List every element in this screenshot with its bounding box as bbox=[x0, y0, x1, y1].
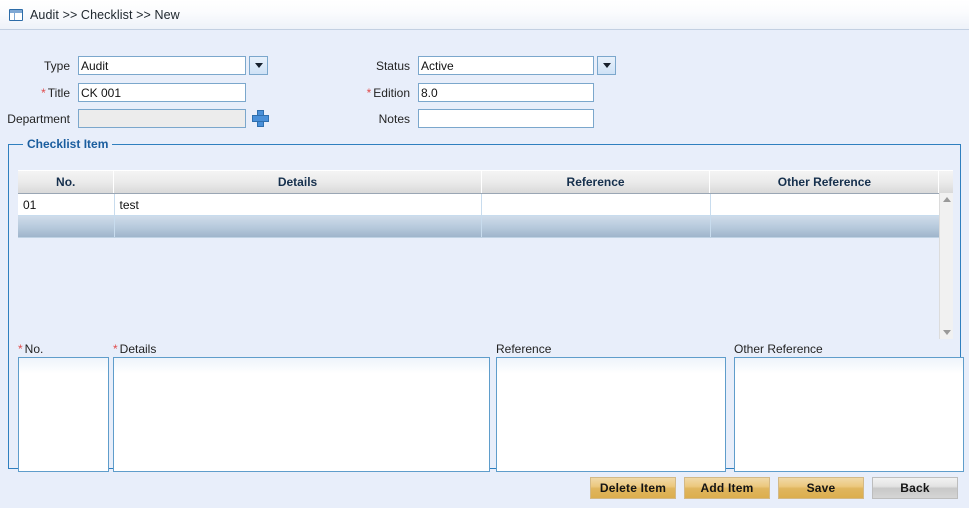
editor-other-reference: Other Reference bbox=[734, 340, 964, 475]
grid-body: 01 test bbox=[18, 194, 953, 238]
status-dropdown-button[interactable] bbox=[597, 56, 616, 75]
scroll-up-arrow-icon[interactable] bbox=[940, 193, 953, 206]
table-row[interactable]: 01 test bbox=[18, 194, 953, 216]
cell-other-reference bbox=[711, 216, 940, 237]
add-item-button[interactable]: Add Item bbox=[684, 477, 770, 499]
department-label: Department bbox=[7, 111, 70, 126]
type-label: Type bbox=[43, 58, 70, 73]
editor-no-label-row: * No. bbox=[18, 340, 109, 357]
column-header-details[interactable]: Details bbox=[114, 171, 482, 193]
cell-no bbox=[18, 216, 115, 237]
title-input[interactable] bbox=[78, 83, 246, 102]
grid-header-row: No. Details Reference Other Reference bbox=[18, 170, 953, 194]
cell-reference bbox=[482, 216, 711, 237]
field-department: Department bbox=[0, 109, 269, 128]
editor-reference-label-row: Reference bbox=[496, 340, 726, 357]
editor-reference-textarea[interactable] bbox=[496, 357, 726, 472]
editor-no: * No. bbox=[18, 340, 109, 475]
editor-details-label: Details bbox=[119, 341, 157, 356]
back-button[interactable]: Back bbox=[872, 477, 958, 499]
editor-no-required-marker: * bbox=[18, 341, 23, 356]
editor-other-reference-label-row: Other Reference bbox=[734, 340, 964, 357]
field-edition: * Edition bbox=[340, 83, 594, 102]
cell-other-reference bbox=[711, 194, 940, 215]
cell-details bbox=[115, 216, 482, 237]
editor-other-reference-textarea[interactable] bbox=[734, 357, 964, 472]
scroll-up-triangle bbox=[942, 197, 951, 202]
chevron-down-icon bbox=[254, 63, 263, 68]
column-header-other-reference[interactable]: Other Reference bbox=[710, 171, 940, 193]
editor-reference: Reference bbox=[496, 340, 726, 475]
editor-details-label-row: * Details bbox=[113, 340, 490, 357]
edition-label-wrap: * Edition bbox=[340, 86, 410, 100]
cell-no: 01 bbox=[18, 194, 115, 215]
grid-vertical-scrollbar[interactable] bbox=[939, 193, 953, 339]
editor-no-label: No. bbox=[24, 341, 44, 356]
type-dropdown-button[interactable] bbox=[249, 56, 268, 75]
breadcrumb: Audit >> Checklist >> New bbox=[30, 7, 180, 22]
cell-reference bbox=[482, 194, 711, 215]
form-area: Type *Title Department Status *Edition N… bbox=[0, 30, 969, 128]
status-label: Status bbox=[375, 58, 410, 73]
field-notes: Notes bbox=[340, 109, 594, 128]
field-type: Type bbox=[0, 56, 268, 75]
delete-item-button[interactable]: Delete Item bbox=[590, 477, 676, 499]
save-button[interactable]: Save bbox=[778, 477, 864, 499]
cell-details: test bbox=[115, 194, 482, 215]
column-header-reference[interactable]: Reference bbox=[482, 171, 711, 193]
column-header-no[interactable]: No. bbox=[18, 171, 115, 193]
editor-details-textarea[interactable] bbox=[113, 357, 490, 472]
column-header-scroll-spacer bbox=[939, 171, 953, 193]
status-input[interactable] bbox=[418, 56, 594, 75]
editor-details-required-marker: * bbox=[113, 341, 118, 356]
field-status: Status bbox=[340, 56, 616, 75]
scroll-down-triangle bbox=[942, 330, 951, 335]
chevron-down-icon bbox=[602, 63, 611, 68]
checklist-legend: Checklist Item bbox=[23, 137, 113, 151]
type-input[interactable] bbox=[78, 56, 246, 75]
action-button-bar: Delete Item Add Item Save Back bbox=[0, 477, 969, 499]
department-input[interactable] bbox=[78, 109, 246, 128]
edition-required-marker: * bbox=[366, 85, 372, 100]
field-title: * Title bbox=[0, 83, 246, 102]
window-panel-icon bbox=[9, 8, 23, 21]
notes-label: Notes bbox=[378, 111, 410, 126]
title-label-wrap: * Title bbox=[0, 86, 70, 100]
notes-input[interactable] bbox=[418, 109, 594, 128]
editor-details: * Details bbox=[113, 340, 490, 475]
checklist-item-editors: * No. * Details Reference Other Reference bbox=[18, 340, 964, 475]
edition-input[interactable] bbox=[418, 83, 594, 102]
scroll-down-arrow-icon[interactable] bbox=[940, 326, 953, 339]
editor-reference-label: Reference bbox=[496, 341, 552, 356]
checklist-grid: No. Details Reference Other Reference 01… bbox=[18, 170, 953, 339]
edition-label: Edition bbox=[373, 85, 410, 100]
editor-no-textarea[interactable] bbox=[18, 357, 109, 472]
table-row[interactable] bbox=[18, 216, 953, 238]
title-label: Title bbox=[47, 85, 70, 100]
checklist-item-panel: Checklist Item No. Details Reference Oth… bbox=[8, 137, 964, 472]
editor-other-reference-label: Other Reference bbox=[734, 341, 823, 356]
breadcrumb-bar: Audit >> Checklist >> New bbox=[0, 0, 969, 30]
plus-icon[interactable] bbox=[252, 110, 269, 127]
title-required-marker: * bbox=[41, 85, 46, 100]
